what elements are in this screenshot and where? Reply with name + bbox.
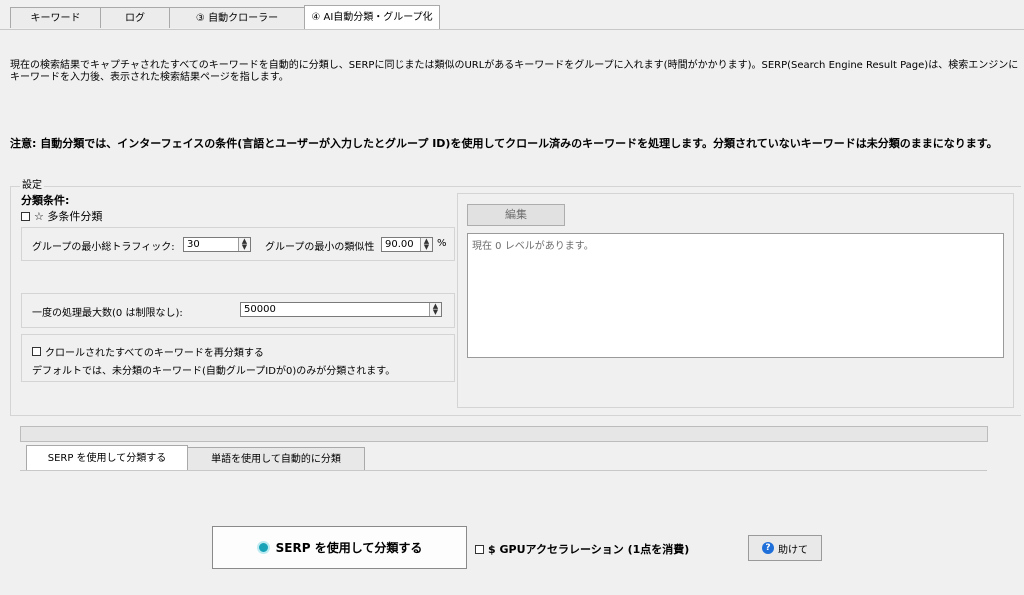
min-traffic-value: 30 [187,239,200,250]
max-process-label: 一度の処理最大数(0 は制限なし): [32,308,183,319]
tab-divider [0,29,1024,30]
min-similarity-value: 90.00 [385,239,414,250]
play-icon [256,541,270,554]
multi-condition-checkbox[interactable] [21,211,30,221]
min-traffic-input[interactable]: 30 ▲ ▼ [183,237,251,252]
bottom-tab-divider [20,470,987,471]
classify-serp-label: SERP を使用して分類する [275,541,423,555]
tab-serp-classify[interactable]: SERP を使用して分類する [26,445,188,470]
settings-title: 設定 [20,176,44,191]
classify-serp-button[interactable]: SERP を使用して分類する [212,526,467,569]
max-process-input[interactable]: 50000 ▲ ▼ [240,302,442,317]
gpu-checkbox[interactable] [475,544,484,554]
multi-condition-row[interactable]: ☆ 多条件分類 [21,208,102,224]
description-text: 現在の検索結果でキャプチャされたすべてのキーワードを自動的に分類し、SERPに同… [10,60,1019,83]
spinner-arrows-icon[interactable]: ▲ ▼ [429,303,441,316]
tab-word-classify[interactable]: 単語を使用して自動的に分類 [187,447,365,470]
tab-ai-classify[interactable]: ④ AI自動分類・グループ化 [304,5,440,29]
reclassify-label: クロールされたすべてのキーワードを再分類する [45,348,264,359]
default-note: デフォルトでは、未分類のキーワード(自動グループIDが0)のみが分類されます。 [32,366,396,377]
spinner-arrows-icon[interactable]: ▲ ▼ [420,238,432,251]
tab-auto-crawler[interactable]: ③ 自動クローラー [169,7,305,28]
min-traffic-label: グループの最小総トラフィック: [32,242,175,253]
spinner-arrows-icon[interactable]: ▲ ▼ [238,238,250,251]
tab-log[interactable]: ログ [100,7,170,28]
note-text: 注意: 自動分類では、インターフェイスの条件(言語とユーザーが入力したとグループ… [10,137,998,150]
tab-keywords[interactable]: キーワード [10,7,101,28]
min-similarity-input[interactable]: 90.00 ▲ ▼ [381,237,433,252]
gpu-label: $ GPUアクセラレーション (1点を消費) [488,543,690,556]
edit-button[interactable]: 編集 [467,204,565,226]
percent-label: % [437,238,447,249]
min-similarity-label: グループの最小の類似性 [265,242,375,253]
gpu-row[interactable]: $ GPUアクセラレーション (1点を消費) [475,541,689,557]
help-label: 助けて [778,544,808,556]
progress-bar [20,426,988,442]
reclassify-checkbox[interactable] [32,347,41,356]
question-icon: ? [762,542,774,554]
reclassify-row[interactable]: クロールされたすべてのキーワードを再分類する [32,344,264,359]
multi-condition-label: ☆ 多条件分類 [34,210,103,223]
conditions-label: 分類条件: [21,194,70,207]
levels-textarea[interactable]: 現在 0 レベルがあります。 [467,233,1004,358]
max-process-value: 50000 [244,304,276,315]
help-button[interactable]: ? 助けて [748,535,822,561]
